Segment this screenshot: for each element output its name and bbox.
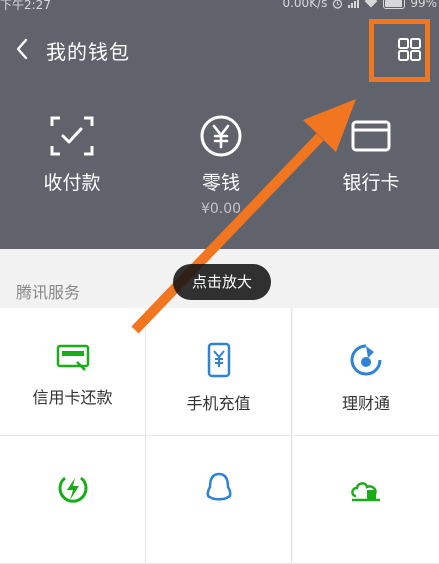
zoom-tooltip[interactable]: 点击放大 [173, 264, 271, 300]
annotation-arrow-icon [131, 99, 356, 334]
